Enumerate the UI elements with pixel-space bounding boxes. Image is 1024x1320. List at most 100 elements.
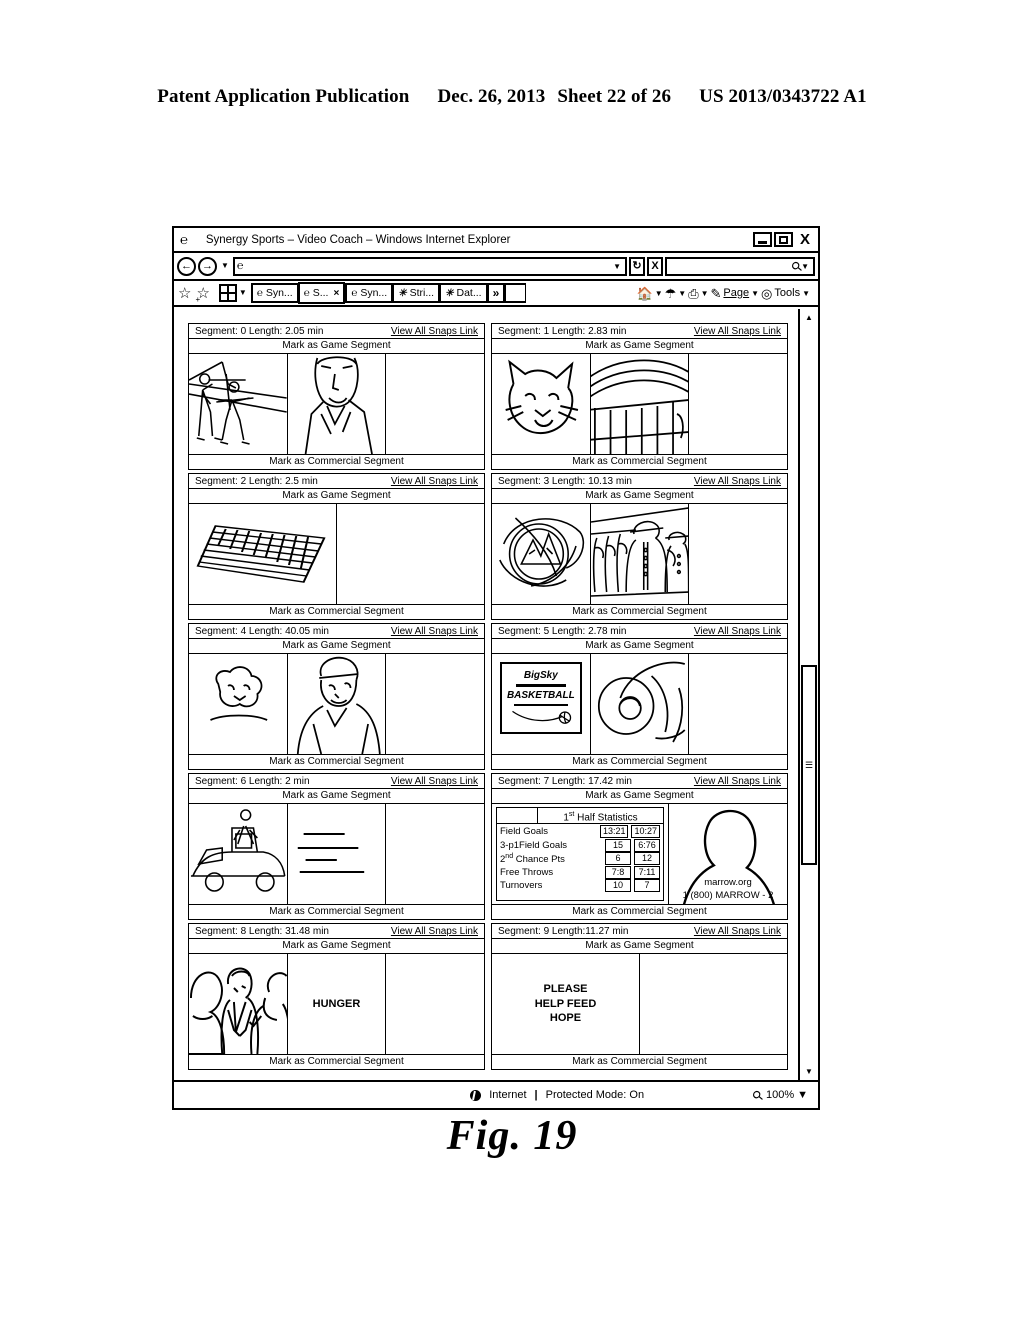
home-icon[interactable]: 🏠 [637, 287, 653, 300]
tab-4[interactable]: ✳ Stri... [392, 283, 440, 303]
thumbnail-people-carrying-cross[interactable] [189, 354, 288, 454]
thumbnail-lamb-sketch[interactable] [189, 654, 288, 754]
mark-as-game-segment-button[interactable]: Mark as Game Segment [492, 789, 787, 804]
refresh-button[interactable]: ↻ [629, 256, 645, 276]
thumbnail-car-and-person[interactable] [189, 804, 288, 904]
view-all-snaps-link[interactable]: View All Snaps Link [391, 326, 478, 337]
page-menu-button[interactable]: Page [723, 287, 749, 299]
mark-as-game-segment-button[interactable]: Mark as Game Segment [492, 639, 787, 654]
thumbnail-blank[interactable] [689, 654, 788, 754]
thumbnail-three-people[interactable] [189, 954, 288, 1054]
home-dropdown-icon[interactable]: ▼ [655, 289, 663, 298]
view-all-snaps-link[interactable]: View All Snaps Link [391, 776, 478, 787]
mark-as-commercial-segment-button[interactable]: Mark as Commercial Segment [492, 604, 787, 619]
thumbnail-blank[interactable] [640, 954, 787, 1054]
thumbnail-mountain-emblem[interactable] [492, 504, 591, 604]
thumbnail-man-portrait[interactable] [287, 354, 387, 454]
view-all-snaps-link[interactable]: View All Snaps Link [694, 926, 781, 937]
view-all-snaps-link[interactable]: View All Snaps Link [694, 776, 781, 787]
thumbnail-blank[interactable] [337, 504, 484, 604]
mark-as-game-segment-button[interactable]: Mark as Game Segment [189, 639, 484, 654]
tab-2-active[interactable]: ℮ S... × [297, 282, 346, 304]
thumbnail-blank[interactable] [689, 354, 788, 454]
back-button[interactable]: ← [177, 256, 196, 276]
mark-as-commercial-segment-button[interactable]: Mark as Commercial Segment [492, 1054, 787, 1069]
mark-as-game-segment-button[interactable]: Mark as Game Segment [189, 939, 484, 954]
thumbnail-bigsky-sign[interactable]: BigSky BASKETBALL [492, 654, 591, 754]
tab-5[interactable]: ✳ Dat... [439, 283, 487, 303]
thumbnail-grid-mat[interactable] [189, 504, 337, 604]
security-zone-region[interactable]: Internet | Protected Mode: On [470, 1089, 644, 1101]
mark-as-game-segment-button[interactable]: Mark as Game Segment [492, 939, 787, 954]
mark-as-game-segment-button[interactable]: Mark as Game Segment [189, 489, 484, 504]
tab-1[interactable]: ℮ Syn... [250, 283, 298, 303]
mark-as-game-segment-button[interactable]: Mark as Game Segment [492, 489, 787, 504]
thumbnail-person-headband[interactable] [287, 654, 387, 754]
mark-as-commercial-segment-button[interactable]: Mark as Commercial Segment [492, 904, 787, 919]
forward-button[interactable]: → [198, 256, 217, 276]
thumbnail-please-help-feed-hope[interactable]: PLEASE HELP FEED HOPE [492, 954, 640, 1054]
thumbnail-swirl-circle[interactable] [590, 654, 690, 754]
vertical-scrollbar[interactable]: ▲ ☰ ▼ [798, 309, 818, 1080]
tab-close-icon[interactable]: × [333, 288, 339, 299]
print-icon[interactable]: ⎙ [688, 287, 698, 300]
search-input[interactable]: ⚲ ▼ [665, 256, 815, 276]
close-button[interactable]: X [795, 232, 815, 247]
scroll-up-arrow-icon[interactable]: ▲ [800, 309, 818, 326]
view-all-snaps-link[interactable]: View All Snaps Link [391, 626, 478, 637]
mark-as-game-segment-button[interactable]: Mark as Game Segment [189, 339, 484, 354]
favorites-star-icon[interactable]: ☆ [178, 286, 191, 301]
page-dropdown-icon[interactable]: ▼ [751, 289, 759, 298]
view-all-snaps-link[interactable]: View All Snaps Link [391, 476, 478, 487]
add-to-favorites-icon[interactable]: ☆ [195, 286, 209, 304]
mark-as-commercial-segment-button[interactable]: Mark as Commercial Segment [189, 604, 484, 619]
scroll-down-arrow-icon[interactable]: ▼ [800, 1063, 818, 1080]
thumbnail-blank[interactable] [386, 804, 485, 904]
thumbnail-lines-sketch[interactable] [287, 804, 387, 904]
scrollbar-track[interactable]: ☰ [800, 326, 818, 1063]
scrollbar-thumb[interactable]: ☰ [801, 665, 817, 866]
maximize-button[interactable] [774, 232, 793, 247]
view-all-snaps-link[interactable]: View All Snaps Link [694, 476, 781, 487]
favorites-bar-dropdown-icon[interactable]: ▼ [237, 289, 249, 297]
page-icon[interactable]: ✎ [711, 287, 722, 300]
tab-3[interactable]: ℮ Syn... [345, 283, 393, 303]
tools-dropdown-icon[interactable]: ▼ [802, 289, 810, 298]
thumbnail-blank[interactable] [386, 354, 485, 454]
thumbnail-blank[interactable] [386, 654, 485, 754]
thumbnail-blank[interactable] [386, 954, 485, 1054]
mark-as-game-segment-button[interactable]: Mark as Game Segment [492, 339, 787, 354]
address-input[interactable]: ℮ ▼ [232, 256, 627, 276]
stop-button[interactable]: X [647, 256, 663, 276]
mark-as-commercial-segment-button[interactable]: Mark as Commercial Segment [492, 454, 787, 469]
mark-as-commercial-segment-button[interactable]: Mark as Commercial Segment [189, 754, 484, 769]
minimize-button[interactable] [753, 232, 772, 247]
favorites-bar-icon[interactable] [218, 284, 237, 302]
thumbnail-blank[interactable] [689, 504, 788, 604]
mark-as-commercial-segment-button[interactable]: Mark as Commercial Segment [492, 754, 787, 769]
thumbnail-stadium-arch[interactable] [590, 354, 690, 454]
mark-as-commercial-segment-button[interactable]: Mark as Commercial Segment [189, 904, 484, 919]
safety-icon[interactable]: ◎ [761, 287, 772, 300]
zoom-dropdown-icon[interactable]: ▼ [797, 1089, 808, 1101]
mark-as-commercial-segment-button[interactable]: Mark as Commercial Segment [189, 1054, 484, 1069]
mark-as-game-segment-button[interactable]: Mark as Game Segment [189, 789, 484, 804]
zoom-control[interactable]: ⚲ 100% ▼ [749, 1086, 808, 1103]
feeds-dropdown-icon[interactable]: ▼ [678, 289, 686, 298]
history-dropdown-icon[interactable]: ▼ [219, 262, 231, 270]
view-all-snaps-link[interactable]: View All Snaps Link [694, 626, 781, 637]
thumbnail-marrow-silhouette[interactable]: marrow.org 1 (800) MARROW - 2 [669, 804, 787, 904]
tools-menu-button[interactable]: Tools [774, 287, 800, 299]
thumbnail-half-statistics[interactable]: 1st Half Statistics Field Goals 13:21 10… [492, 804, 669, 904]
feeds-icon[interactable]: ☂ [665, 287, 677, 300]
thumbnail-cougar-mascot[interactable] [492, 354, 591, 454]
new-tab-button[interactable] [504, 283, 527, 303]
view-all-snaps-link[interactable]: View All Snaps Link [694, 326, 781, 337]
mark-as-commercial-segment-button[interactable]: Mark as Commercial Segment [189, 454, 484, 469]
view-all-snaps-link[interactable]: View All Snaps Link [391, 926, 478, 937]
thumbnail-marching-band[interactable] [590, 504, 690, 604]
tab-overflow-button[interactable]: » [486, 283, 505, 303]
print-dropdown-icon[interactable]: ▼ [701, 289, 709, 298]
thumbnail-hunger-text[interactable]: HUNGER [287, 954, 387, 1054]
address-dropdown-icon[interactable]: ▼ [613, 262, 623, 271]
